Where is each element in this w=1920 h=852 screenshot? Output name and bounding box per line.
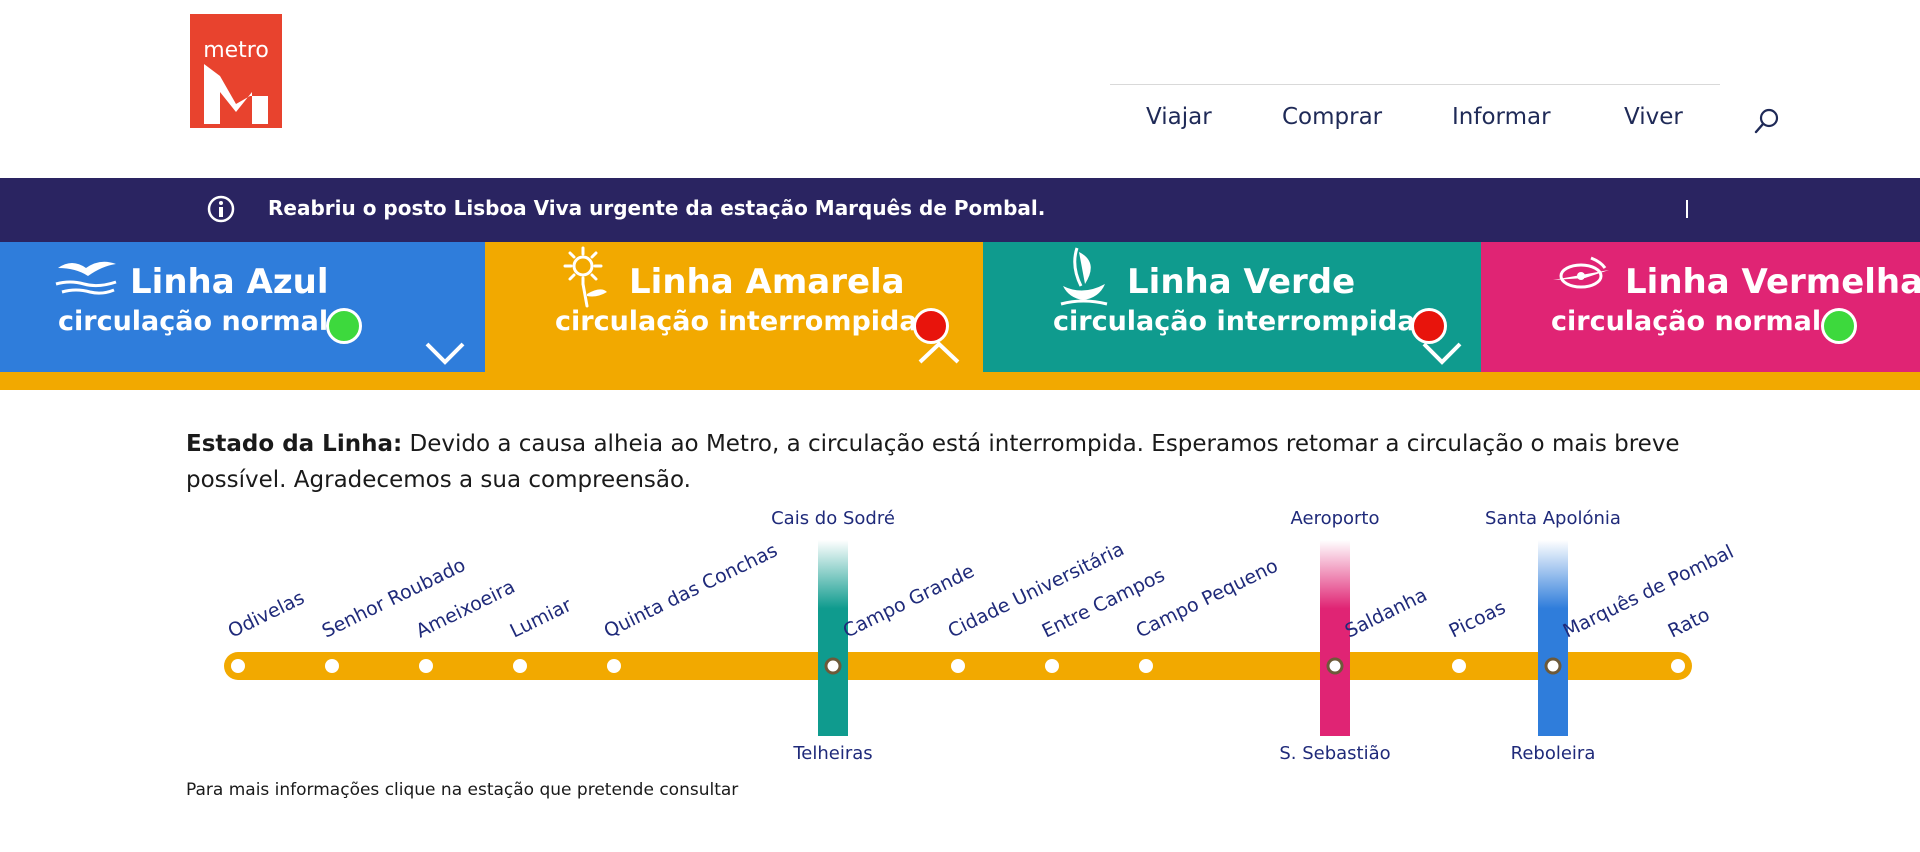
line-tile-vermelha[interactable]: Linha Vermelha circulação normal	[1481, 242, 1920, 372]
station-label[interactable]: Cidade Universitária	[945, 538, 1128, 642]
logo-text: metro	[203, 38, 269, 63]
connection-bar	[818, 540, 848, 736]
nav-informar[interactable]: Informar	[1452, 104, 1551, 130]
sunflower-icon	[563, 246, 607, 308]
status-indicator-interrupted	[1411, 308, 1447, 344]
selected-line-bar	[0, 372, 1920, 390]
station-dot[interactable]	[325, 659, 339, 673]
station-dot[interactable]	[513, 659, 527, 673]
connection-terminal-top[interactable]: Cais do Sodré	[771, 508, 895, 529]
connection-terminal-top[interactable]: Aeroporto	[1291, 508, 1380, 529]
connection-terminal-top[interactable]: Santa Apolónia	[1485, 508, 1621, 529]
station-dot[interactable]	[607, 659, 621, 673]
description-label: Estado da Linha:	[186, 431, 403, 457]
alert-ticker-separator	[1686, 200, 1688, 218]
station-label[interactable]: Lumiar	[507, 594, 576, 643]
connection-terminal-bottom[interactable]: Telheiras	[792, 743, 872, 764]
footer-note: Para mais informações clique na estação …	[186, 780, 739, 800]
line-status: circulação normal	[1551, 306, 1822, 337]
line-name: Linha Amarela	[629, 262, 905, 302]
line-status: circulação normal	[58, 306, 329, 337]
alert-message[interactable]: Reabriu o posto Lisboa Viva urgente da e…	[268, 196, 1045, 220]
station-dot[interactable]	[1671, 659, 1685, 673]
search-icon[interactable]	[1752, 106, 1782, 136]
line-tile-amarela[interactable]: Linha Amarela circulação interrompida	[485, 242, 985, 372]
connection-terminal-bottom[interactable]: S. Sebastião	[1279, 743, 1390, 764]
chevron-up-icon[interactable]	[917, 338, 961, 366]
line-name: Linha Verde	[1127, 262, 1356, 302]
station-label[interactable]: Odivelas	[225, 587, 308, 643]
line-tile-azul[interactable]: Linha Azul circulação normal	[0, 242, 500, 372]
status-indicator-normal	[326, 308, 362, 344]
station-label[interactable]: Marquês de Pombal	[1560, 541, 1738, 643]
station-dot[interactable]	[1544, 657, 1562, 675]
nav-divider	[1110, 84, 1720, 85]
chevron-down-icon[interactable]	[424, 340, 466, 366]
station-dot[interactable]	[1452, 659, 1466, 673]
line-name: Linha Vermelha	[1625, 262, 1920, 302]
nav-comprar[interactable]: Comprar	[1282, 104, 1382, 130]
info-icon	[207, 195, 235, 223]
compass-rose-icon	[1553, 256, 1609, 289]
station-dot[interactable]	[951, 659, 965, 673]
line-name: Linha Azul	[130, 262, 329, 302]
status-indicator-normal	[1821, 308, 1857, 344]
connection-bar	[1320, 540, 1350, 736]
station-dot[interactable]	[824, 657, 842, 675]
line-status: circulação interrompida	[555, 306, 918, 337]
station-dot[interactable]	[1326, 657, 1344, 675]
line-diagram: Cais do Sodré Telheiras Aeroporto S. Sebast…	[224, 508, 1738, 764]
station-dot[interactable]	[419, 659, 433, 673]
station-label[interactable]: Quinta das Conchas	[601, 539, 781, 642]
caravel-icon	[1060, 247, 1108, 306]
station-dot[interactable]	[1045, 659, 1059, 673]
connection-bar	[1538, 540, 1568, 736]
chevron-down-icon[interactable]	[1421, 340, 1463, 366]
station-dot[interactable]	[1139, 659, 1153, 673]
station-label[interactable]: Picoas	[1446, 596, 1510, 642]
line-tile-verde[interactable]: Linha Verde circulação interrompida	[983, 242, 1483, 372]
station-label[interactable]: Saldanha	[1342, 584, 1431, 643]
nav-viajar[interactable]: Viajar	[1146, 104, 1212, 130]
station-label[interactable]: Rato	[1665, 604, 1714, 643]
description-text: Devido a causa alheia ao Metro, a circul…	[186, 431, 1680, 493]
station-dot[interactable]	[231, 659, 245, 673]
line-status-description: Estado da Linha: Devido a causa alheia a…	[186, 426, 1726, 498]
connection-terminal-bottom[interactable]: Reboleira	[1511, 743, 1596, 764]
metro-logo[interactable]: metro	[190, 14, 282, 128]
nav-viver[interactable]: Viver	[1624, 104, 1683, 130]
seagull-icon	[55, 261, 117, 295]
line-status: circulação interrompida	[1053, 306, 1416, 337]
